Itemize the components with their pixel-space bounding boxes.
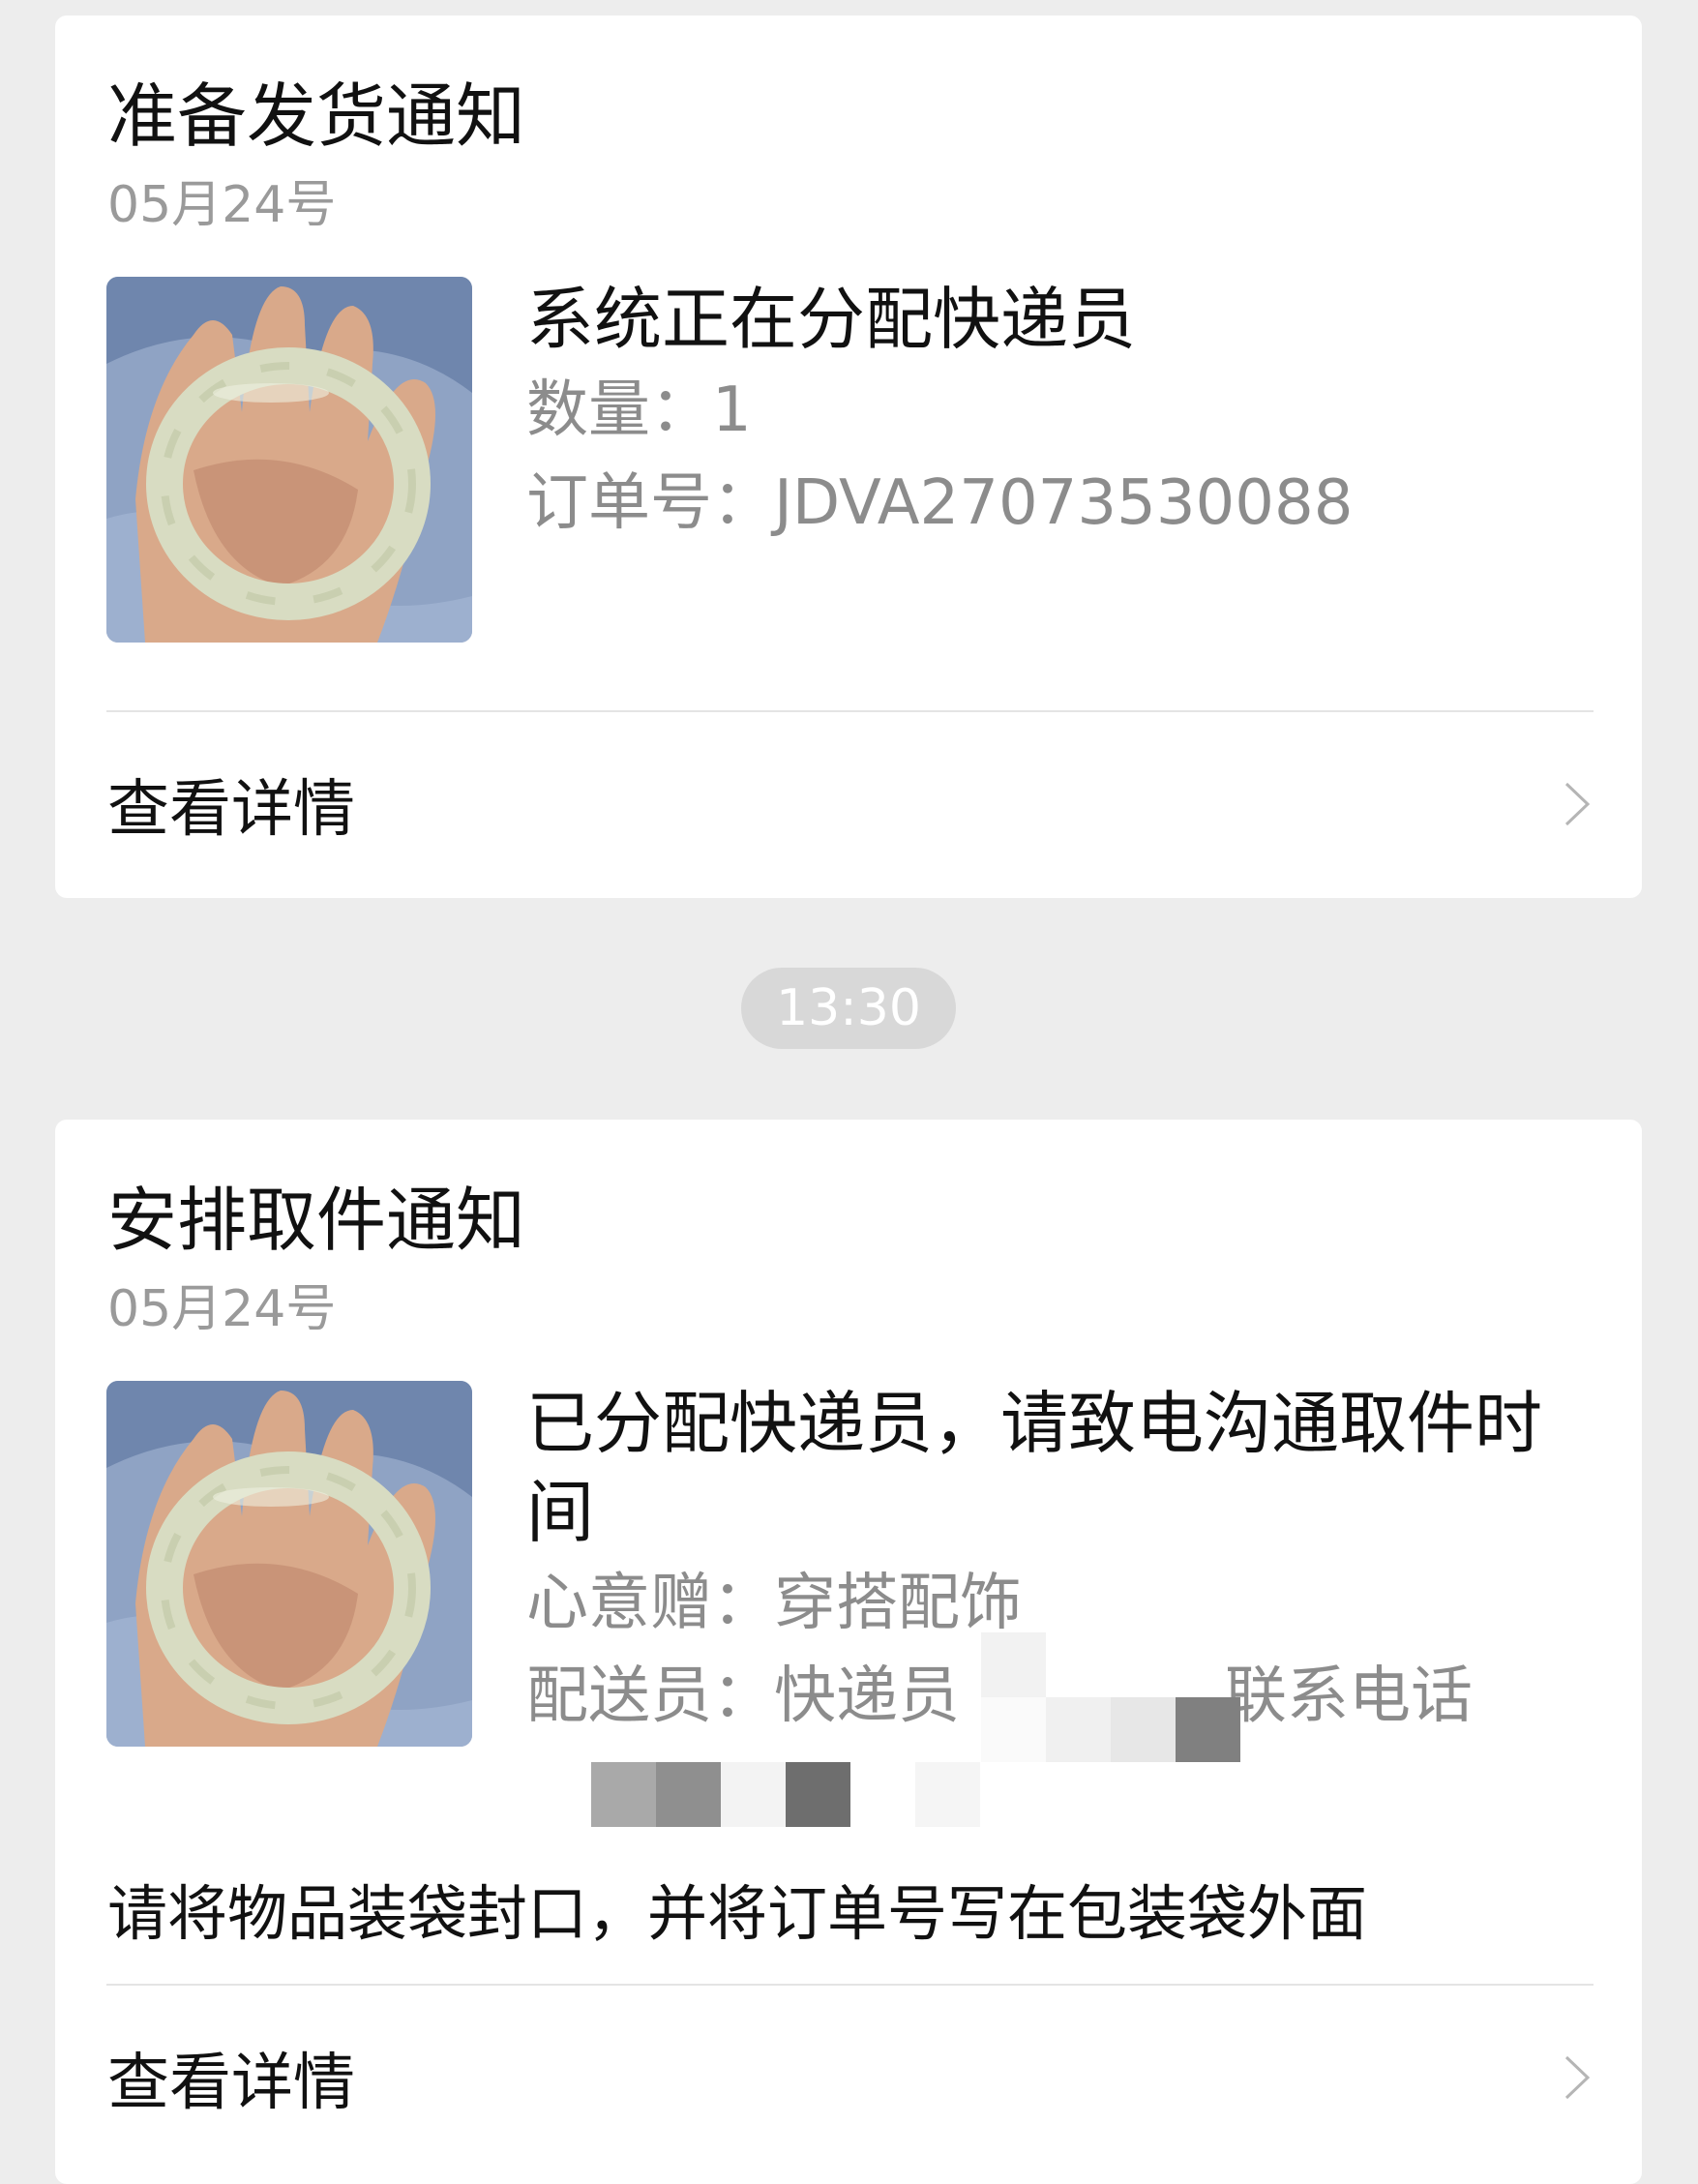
order-number-label: 订单号： <box>526 467 774 539</box>
packing-instruction: 请将物品装袋封口，并将订单号写在包装袋外面 <box>107 1878 1368 1949</box>
view-details-row[interactable]: 查看详情 <box>55 712 1642 896</box>
chevron-right-icon <box>1564 2055 1591 2100</box>
courier-value: 快递员 <box>774 1660 960 1732</box>
mosaic-block <box>786 1762 850 1827</box>
chevron-right-icon <box>1564 782 1591 826</box>
card-title: 准备发货通知 <box>107 75 526 157</box>
quantity-label: 数量： <box>526 374 712 446</box>
mosaic-block <box>915 1762 980 1827</box>
mosaic-block <box>721 1762 786 1827</box>
gift-label: 心意赠： <box>526 1568 774 1639</box>
product-thumbnail[interactable] <box>106 1381 472 1747</box>
mosaic-block <box>1176 1697 1240 1762</box>
time-separator: 13:30 <box>741 968 956 1049</box>
view-details-label: 查看详情 <box>107 2048 355 2119</box>
card-date: 05月24号 <box>107 176 337 234</box>
card-date: 05月24号 <box>107 1280 337 1338</box>
jade-bangle-image <box>106 277 472 643</box>
quantity-value: 1 <box>712 374 752 446</box>
order-status: 系统正在分配快递员 <box>526 280 1136 359</box>
jade-bangle-image <box>106 1381 472 1747</box>
gift-line: 心意赠：穿搭配饰 <box>526 1557 1594 1650</box>
order-number-line: 订单号：JDVA27073530088 <box>526 457 1594 550</box>
view-details-label: 查看详情 <box>107 774 355 846</box>
mosaic-block <box>1111 1697 1176 1762</box>
view-details-row[interactable]: 查看详情 <box>55 1986 1642 2169</box>
notification-card-pickup: 安排取件通知 05月24号 已分配快递员，请致电沟通取件时间 心意赠：穿搭配饰 … <box>55 1120 1642 2184</box>
notification-card-shipping-prep: 准备发货通知 05月24号 系统正在分配快递员 数量：1 订单号：JDVA270… <box>55 15 1642 898</box>
mosaic-block <box>981 1697 1046 1762</box>
gift-value: 穿搭配饰 <box>774 1568 1022 1639</box>
mosaic-block <box>1046 1697 1111 1762</box>
courier-label: 配送员： <box>526 1660 774 1732</box>
pickup-status: 已分配快递员，请致电沟通取件时间 <box>526 1384 1542 1552</box>
order-number-value[interactable]: JDVA27073530088 <box>774 467 1353 539</box>
pickup-info: 已分配快递员，请致电沟通取件时间 心意赠：穿搭配饰 配送员：快递员 ，联系电话 <box>526 1379 1594 1743</box>
order-info: 系统正在分配快递员 数量：1 订单号：JDVA27073530088 <box>526 275 1594 550</box>
quantity-line: 数量：1 <box>526 364 1594 457</box>
product-thumbnail[interactable] <box>106 277 472 643</box>
card-title: 安排取件通知 <box>107 1180 526 1261</box>
mosaic-block <box>656 1762 721 1827</box>
mosaic-block <box>981 1632 1046 1697</box>
mosaic-block <box>591 1762 656 1827</box>
